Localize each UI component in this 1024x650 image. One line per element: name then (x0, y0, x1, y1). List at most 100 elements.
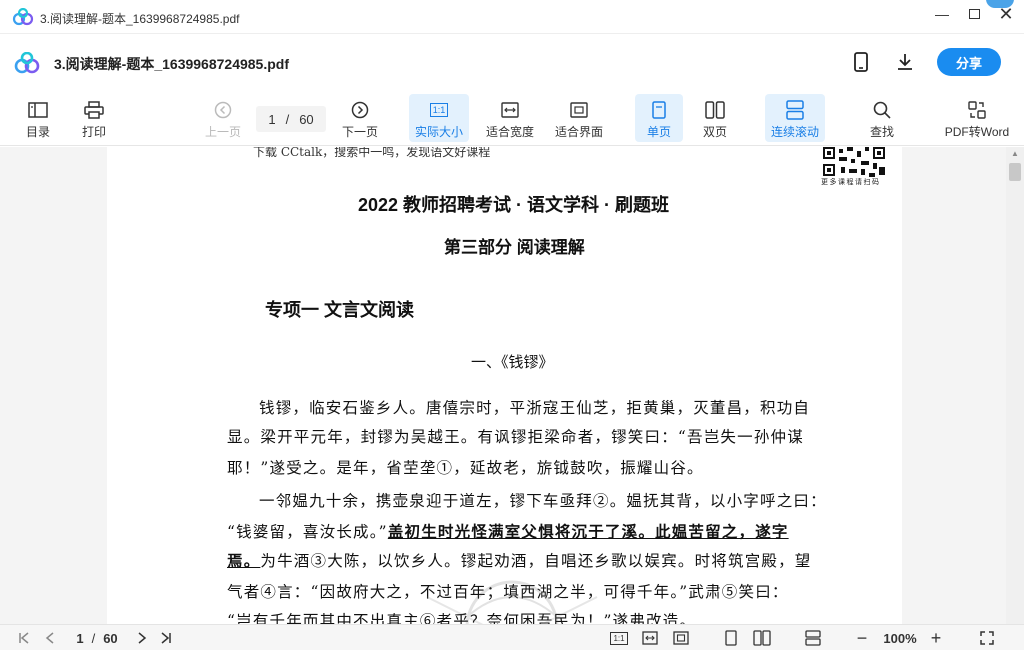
zoom-out-button[interactable]: − (854, 627, 870, 648)
prev-page-button[interactable]: 上一页 (202, 94, 244, 142)
underlined-text: 焉。 (227, 551, 261, 570)
zoom-level[interactable]: 100% (878, 629, 922, 647)
single-page-button[interactable]: 单页 (635, 94, 683, 142)
minimize-icon: — (935, 6, 949, 22)
section-heading: 专项一 文言文阅读 (265, 300, 415, 320)
top-note: 下载 CCtalk，搜索中一鸣，发现语文好课程 (253, 147, 491, 159)
contents-icon (28, 102, 48, 118)
doc-title: 2022 教师招聘考试 · 语文学科 · 刷题班 (358, 195, 670, 215)
pdf-to-word-label: PDF转Word (944, 125, 1010, 139)
download-button[interactable] (893, 50, 917, 74)
contents-label: 目录 (25, 125, 50, 139)
search-icon (873, 101, 891, 119)
watermark-logo-icon (426, 580, 598, 624)
double-page-icon (705, 101, 725, 119)
pdf-reader-window: 3.阅读理解-题本_1639968724985.pdf — ✕ 3.阅读理解-题… (0, 0, 1024, 650)
paragraph-line: 钱镠，临安石鉴乡人。唐僖宗时，平浙寇王仙芝，拒黄巢，灭董昌，积功自 (259, 399, 811, 417)
toolbar: 目录 打印 上一页 下一页 1:1 实际大小 适合宽度 适合界面 单页 双页 连… (0, 90, 1024, 146)
window-title: 3.阅读理解-题本_1639968724985.pdf (40, 12, 240, 26)
document-name: 3.阅读理解-题本_1639968724985.pdf (54, 56, 289, 72)
app-logo-icon (14, 52, 40, 74)
prev-page-label: 上一页 (204, 125, 241, 139)
convert-icon (968, 101, 986, 119)
printer-icon (84, 101, 104, 119)
fit-width-icon (642, 631, 658, 645)
chevron-right-icon (138, 632, 147, 644)
page-number-input[interactable]: 1 / 60 (256, 106, 326, 132)
fit-width-status-button[interactable] (640, 629, 660, 647)
mobile-icon (854, 52, 868, 72)
single-page-icon (725, 630, 737, 646)
double-page-icon (753, 630, 771, 646)
scrollbar-thumb[interactable] (1009, 163, 1021, 181)
fullscreen-icon (980, 631, 994, 645)
document-viewer[interactable]: 下载 CCtalk，搜索中一鸣，发现语文好课程 更多课程请扫码 2022 教师招… (0, 147, 1024, 624)
fit-page-button[interactable]: 适合界面 (551, 94, 607, 142)
chevron-left-icon (45, 632, 54, 644)
plus-icon: + (930, 627, 942, 648)
actual-size-label: 实际大小 (414, 125, 463, 139)
pdf-page: 下载 CCtalk，搜索中一鸣，发现语文好课程 更多课程请扫码 2022 教师招… (107, 147, 902, 624)
vertical-scrollbar[interactable]: ▲ (1006, 147, 1024, 624)
find-label: 查找 (869, 125, 894, 139)
title-bar: 3.阅读理解-题本_1639968724985.pdf — ✕ (0, 0, 1024, 34)
last-page-button[interactable] (158, 629, 174, 647)
status-page-indicator[interactable]: 1 / 60 (66, 629, 128, 647)
single-page-icon (652, 101, 666, 119)
download-icon (898, 54, 912, 70)
continuous-scroll-icon (786, 100, 804, 120)
qr-caption: 更多课程请扫码 (821, 178, 881, 186)
fullscreen-button[interactable] (977, 629, 997, 647)
double-page-label: 双页 (702, 125, 727, 139)
continuous-scroll-label: 连续滚动 (770, 125, 819, 139)
mobile-button[interactable] (849, 50, 873, 74)
maximize-button[interactable] (958, 2, 990, 26)
scroll-up-icon[interactable]: ▲ (1011, 149, 1019, 158)
continuous-scroll-button[interactable]: 连续滚动 (765, 94, 825, 142)
arrow-left-circle-icon (214, 101, 232, 119)
first-page-icon (19, 632, 29, 644)
contents-button[interactable]: 目录 (20, 94, 56, 142)
minus-icon: − (856, 627, 868, 648)
single-page-status-button[interactable] (722, 629, 740, 647)
next-page-status-button[interactable] (134, 629, 150, 647)
pdf-to-word-button[interactable]: PDF转Word (942, 94, 1012, 142)
minimize-button[interactable]: — (926, 2, 958, 26)
single-page-label: 单页 (646, 125, 671, 139)
zoom-in-button[interactable]: + (928, 627, 944, 648)
double-page-button[interactable]: 双页 (697, 94, 733, 142)
last-page-icon (161, 632, 171, 644)
current-page: 1 (268, 111, 276, 127)
paragraph-line: 显。梁开平元年，封镠为吴越王。有讽镠拒梁命者，镠笑曰：“吾岂失一孙仲谋 (227, 428, 804, 446)
arrow-right-circle-icon (351, 101, 369, 119)
first-page-button[interactable] (16, 629, 32, 647)
fit-page-status-button[interactable] (671, 629, 691, 647)
part-heading: 第三部分 阅读理解 (444, 238, 585, 257)
find-button[interactable]: 查找 (865, 94, 899, 142)
print-button[interactable]: 打印 (76, 94, 112, 142)
share-button[interactable]: 分享 (937, 48, 1001, 76)
maximize-icon (968, 9, 980, 19)
page-separator: / (285, 111, 290, 127)
fit-page-label: 适合界面 (554, 125, 603, 139)
actual-size-status-icon: 1:1 (610, 631, 628, 645)
paragraph-line: 一邻媪九十余，携壶泉迎于道左，镠下车亟拜②。媪抚其背，以小字呼之曰： (259, 492, 827, 510)
status-page-separator: / (91, 630, 96, 646)
status-current-page: 1 (76, 630, 84, 646)
fit-page-icon (570, 102, 588, 118)
continuous-status-button[interactable] (803, 629, 823, 647)
fit-page-icon (673, 631, 689, 645)
next-page-label: 下一页 (341, 125, 378, 139)
prev-page-status-button[interactable] (42, 629, 58, 647)
status-bar: 1 / 60 1:1 − 100% + (0, 624, 1024, 650)
total-pages: 60 (299, 111, 314, 127)
fit-width-button[interactable]: 适合宽度 (482, 94, 538, 142)
next-page-button[interactable]: 下一页 (339, 94, 381, 142)
double-page-status-button[interactable] (752, 629, 772, 647)
document-header: 3.阅读理解-题本_1639968724985.pdf 分享 (0, 34, 1024, 90)
fit-width-label: 适合宽度 (485, 125, 534, 139)
actual-size-button[interactable]: 1:1 实际大小 (409, 94, 469, 142)
app-logo-icon (12, 8, 34, 26)
quote-text: “钱婆留，喜汝长成。” (227, 523, 388, 541)
actual-size-status-button[interactable]: 1:1 (608, 629, 630, 647)
